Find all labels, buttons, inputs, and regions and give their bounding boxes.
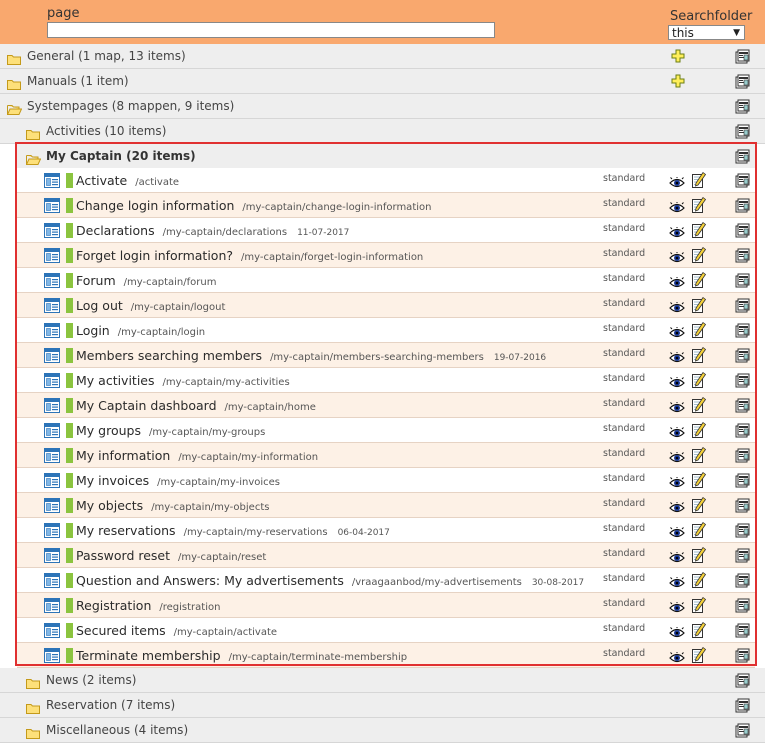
folder-icon (26, 125, 40, 140)
folder-label[interactable]: Systempages (8 mappen, 9 items) (27, 99, 234, 113)
folder-row[interactable]: General (1 map, 13 items) (0, 44, 765, 69)
folder-label[interactable]: Activities (10 items) (46, 124, 166, 138)
folder-row[interactable]: News (2 items) (0, 668, 765, 693)
folder-row[interactable]: Manuals (1 item) (0, 69, 765, 94)
page-filter-label: page (47, 6, 80, 21)
current-folder-highlight (15, 142, 757, 666)
searchfolder-selected-value: this (672, 26, 694, 40)
folder-label[interactable]: Manuals (1 item) (27, 74, 129, 88)
folder-properties-icon[interactable] (735, 697, 750, 713)
folder-row[interactable]: Activities (10 items) (0, 119, 765, 144)
folder-label[interactable]: News (2 items) (46, 673, 136, 687)
folder-label[interactable]: Miscellaneous (4 items) (46, 723, 188, 737)
folder-row[interactable]: Reservation (7 items) (0, 693, 765, 718)
folder-icon (26, 674, 40, 689)
folder-label[interactable]: Reservation (7 items) (46, 698, 175, 712)
folder-properties-icon[interactable] (735, 98, 750, 114)
add-item-icon[interactable] (671, 73, 685, 88)
folder-properties-icon[interactable] (735, 73, 750, 89)
searchfolder-label: Searchfolder (670, 9, 753, 24)
page-filter-input[interactable] (47, 22, 495, 38)
folder-row[interactable]: Miscellaneous (4 items) (0, 718, 765, 743)
folder-properties-icon[interactable] (735, 722, 750, 738)
folder-open-icon (6, 100, 23, 115)
folder-icon (26, 699, 40, 714)
searchfolder-select[interactable]: this ▼ (668, 25, 745, 40)
folder-properties-icon[interactable] (735, 123, 750, 139)
dropdown-arrow-icon: ▼ (733, 28, 740, 38)
add-item-icon[interactable] (671, 48, 685, 63)
filter-header: page Searchfolder this ▼ (0, 0, 765, 45)
folder-label[interactable]: General (1 map, 13 items) (27, 49, 186, 63)
cms-page-tree: page Searchfolder this ▼ General (1 map,… (0, 0, 765, 743)
folder-properties-icon[interactable] (735, 48, 750, 64)
folder-properties-icon[interactable] (735, 672, 750, 688)
folder-icon (26, 724, 40, 739)
folder-row[interactable]: Systempages (8 mappen, 9 items) (0, 94, 765, 119)
folder-icon (7, 75, 21, 90)
folder-icon (7, 50, 21, 65)
